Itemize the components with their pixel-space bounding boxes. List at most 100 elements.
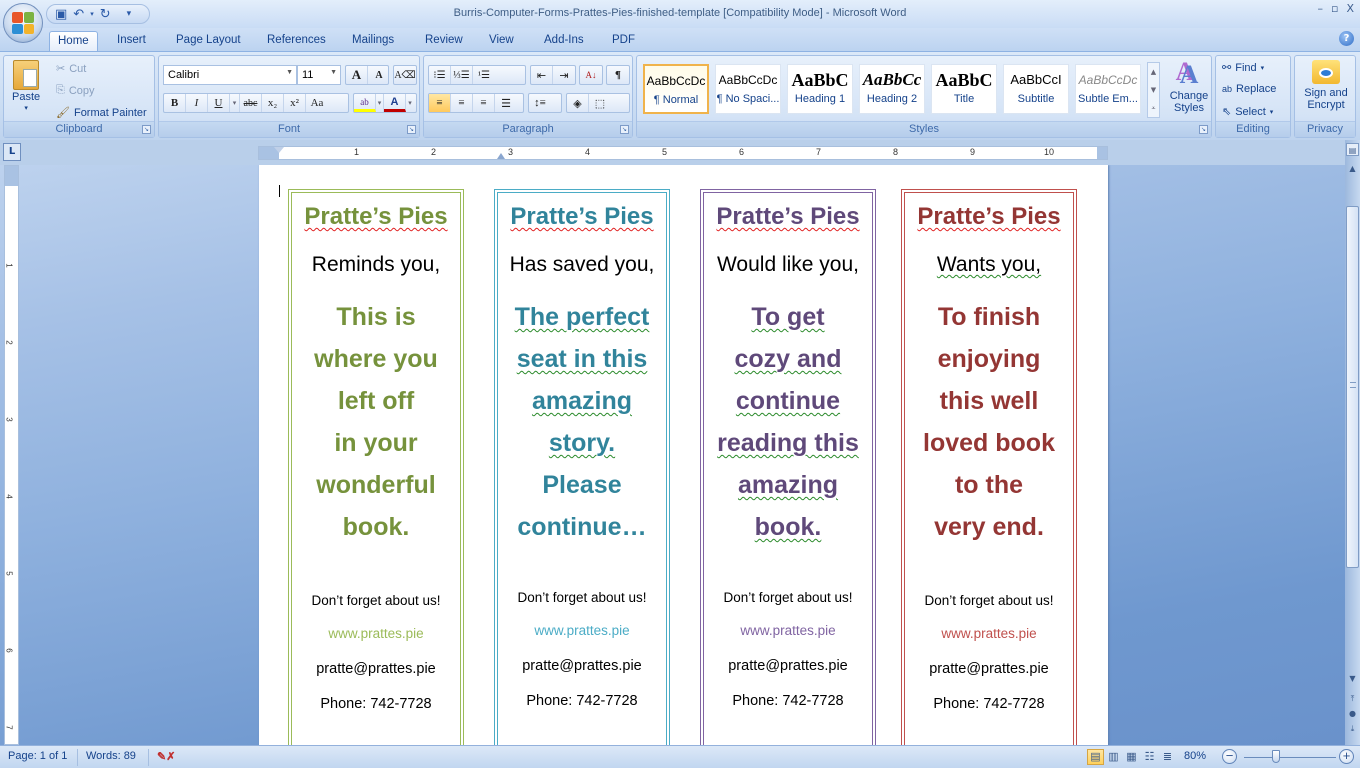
line-spacing-icon[interactable]: ↕≡ bbox=[529, 94, 551, 112]
style-no-spacing[interactable]: AaBbCcDc ¶ No Spaci... bbox=[715, 64, 781, 114]
outline-view-icon[interactable]: ☷ bbox=[1141, 749, 1158, 765]
gallery-more-icon[interactable]: ⩡ bbox=[1148, 99, 1159, 117]
numbering-icon[interactable]: ⅓☰ bbox=[451, 66, 473, 84]
underline-dropdown-icon[interactable]: ▾ bbox=[230, 94, 240, 112]
style-normal[interactable]: AaBbCcDc ¶ Normal bbox=[643, 64, 709, 114]
select-button[interactable]: ⇖ Select ▾ bbox=[1222, 105, 1273, 119]
restore-button[interactable]: ▫ bbox=[1331, 2, 1338, 15]
tab-references[interactable]: References bbox=[259, 31, 334, 51]
help-icon[interactable]: ? bbox=[1339, 31, 1354, 46]
underline-button[interactable]: U bbox=[208, 94, 230, 112]
web-layout-icon[interactable]: ▦ bbox=[1123, 749, 1140, 765]
indent-marker-icon[interactable] bbox=[274, 147, 284, 160]
zoom-level[interactable]: 80% bbox=[1184, 750, 1206, 762]
tab-mailings[interactable]: Mailings bbox=[344, 31, 402, 51]
bookmark-card: Pratte’s Pies Has saved you, The perfect se… bbox=[494, 189, 670, 745]
replace-button[interactable]: ab Replace bbox=[1222, 83, 1276, 95]
change-styles-button[interactable]: A Change Styles bbox=[1167, 60, 1211, 114]
align-right-icon[interactable]: ≡ bbox=[473, 94, 495, 112]
tab-view[interactable]: View bbox=[481, 31, 522, 51]
sign-encrypt-button[interactable]: Sign and Encrypt bbox=[1299, 60, 1353, 111]
justify-icon[interactable]: ☰ bbox=[495, 94, 517, 112]
document-page[interactable]: Pratte’s Pies Reminds you, This is where yo… bbox=[259, 165, 1108, 745]
font-launcher-icon[interactable]: ↘ bbox=[407, 125, 416, 134]
grow-font-button[interactable]: A bbox=[346, 66, 368, 84]
superscript-button[interactable]: x² bbox=[284, 94, 306, 112]
style-subtle-emphasis[interactable]: AaBbCcDc Subtle Em... bbox=[1075, 64, 1141, 114]
page-count[interactable]: Page: 1 of 1 bbox=[8, 750, 67, 762]
align-center-icon[interactable]: ≡ bbox=[451, 94, 473, 112]
vertical-ruler[interactable]: 1 2 3 4 5 6 7 bbox=[4, 165, 19, 745]
word-count[interactable]: Words: 89 bbox=[86, 750, 136, 762]
sort-icon[interactable]: A↓ bbox=[580, 66, 602, 84]
tab-pdf[interactable]: PDF bbox=[604, 31, 643, 51]
style-heading-2[interactable]: AaBbCc Heading 2 bbox=[859, 64, 925, 114]
change-case-button[interactable]: Aa bbox=[306, 94, 328, 112]
find-button[interactable]: ⚯ Find ▾ bbox=[1222, 61, 1264, 75]
close-button[interactable]: X bbox=[1346, 2, 1354, 15]
browse-object-icon[interactable]: ● bbox=[1346, 707, 1359, 720]
highlight-dropdown-icon[interactable]: ▾ bbox=[376, 94, 384, 112]
copy-button[interactable]: ⎘ Copy bbox=[56, 84, 95, 97]
privacy-group-label: Privacy bbox=[1295, 121, 1355, 137]
style-subtitle[interactable]: AaBbCcI Subtitle bbox=[1003, 64, 1069, 114]
strikethrough-button[interactable]: abc bbox=[240, 94, 262, 112]
zoom-in-icon[interactable]: + bbox=[1339, 749, 1354, 764]
italic-button[interactable]: I bbox=[186, 94, 208, 112]
tab-marker-icon[interactable] bbox=[497, 153, 505, 159]
ruler-toggle-icon[interactable]: ▤ bbox=[1346, 143, 1359, 156]
cut-button[interactable]: ✂ Cut bbox=[56, 62, 86, 76]
tab-insert[interactable]: Insert bbox=[109, 31, 154, 51]
office-button[interactable] bbox=[3, 3, 43, 43]
gallery-down-icon[interactable]: ▼ bbox=[1148, 81, 1159, 99]
bookmark-message-line: this well bbox=[905, 380, 1073, 422]
scroll-down-icon[interactable]: ▼ bbox=[1346, 672, 1359, 685]
zoom-slider-thumb[interactable] bbox=[1272, 750, 1280, 763]
tab-stop-selector[interactable]: L bbox=[3, 143, 21, 161]
draft-view-icon[interactable]: ≣ bbox=[1159, 749, 1176, 765]
tab-review[interactable]: Review bbox=[417, 31, 471, 51]
format-painter-button[interactable]: 🖌 Format Painter bbox=[56, 106, 147, 120]
style-heading-1[interactable]: AaBbC Heading 1 bbox=[787, 64, 853, 114]
font-size-combo[interactable]: 11 ▼ bbox=[297, 65, 341, 85]
clear-formatting-icon[interactable]: A⌫ bbox=[394, 66, 416, 84]
scroll-thumb[interactable] bbox=[1346, 206, 1359, 568]
bookmark-message-line: The perfect bbox=[498, 296, 666, 338]
subscript-button[interactable]: x₂ bbox=[262, 94, 284, 112]
previous-page-icon[interactable]: ⤒ bbox=[1346, 692, 1359, 705]
proofing-error-icon[interactable]: ✎✗ bbox=[157, 750, 175, 763]
tab-page-layout[interactable]: Page Layout bbox=[168, 31, 249, 51]
zoom-out-icon[interactable]: − bbox=[1222, 749, 1237, 764]
borders-icon[interactable]: ⬚ bbox=[589, 94, 611, 112]
minimize-button[interactable]: – bbox=[1317, 2, 1323, 15]
align-left-icon[interactable]: ≡ bbox=[429, 94, 451, 112]
shading-icon[interactable]: ◈ bbox=[567, 94, 589, 112]
next-page-icon[interactable]: ⤓ bbox=[1346, 722, 1359, 735]
show-formatting-icon[interactable]: ¶ bbox=[607, 66, 629, 84]
multilevel-list-icon[interactable]: ¹☰ bbox=[473, 66, 495, 84]
paste-button[interactable]: Paste ▾ bbox=[12, 60, 40, 112]
full-screen-reading-icon[interactable]: ▥ bbox=[1105, 749, 1122, 765]
font-color-dropdown-icon[interactable]: ▾ bbox=[406, 94, 414, 112]
office-logo-icon bbox=[12, 12, 34, 34]
decrease-indent-icon[interactable]: ⇤ bbox=[531, 66, 553, 84]
zoom-slider-track[interactable] bbox=[1244, 757, 1336, 758]
vertical-scrollbar[interactable]: ▤ ▲ ▼ ⤒ ● ⤓ bbox=[1345, 140, 1360, 745]
gallery-up-icon[interactable]: ▲ bbox=[1148, 63, 1159, 81]
bullets-icon[interactable]: ⁝☰ bbox=[429, 66, 451, 84]
styles-launcher-icon[interactable]: ↘ bbox=[1199, 125, 1208, 134]
tab-add-ins[interactable]: Add-Ins bbox=[536, 31, 592, 51]
print-layout-view-icon[interactable]: ▤ bbox=[1087, 749, 1104, 765]
increase-indent-icon[interactable]: ⇥ bbox=[553, 66, 575, 84]
scroll-up-icon[interactable]: ▲ bbox=[1346, 162, 1359, 175]
paragraph-launcher-icon[interactable]: ↘ bbox=[620, 125, 629, 134]
shrink-font-button[interactable]: A bbox=[368, 66, 390, 84]
horizontal-ruler[interactable]: 1 2 3 4 5 6 7 8 9 10 bbox=[258, 146, 1108, 160]
tab-home[interactable]: Home bbox=[49, 31, 98, 51]
font-name-combo[interactable]: Calibri ▼ bbox=[163, 65, 297, 85]
clipboard-launcher-icon[interactable]: ↘ bbox=[142, 125, 151, 134]
bold-button[interactable]: B bbox=[164, 94, 186, 112]
style-title[interactable]: AaBbC Title bbox=[931, 64, 997, 114]
highlight-icon[interactable]: ab bbox=[354, 94, 376, 112]
font-color-icon[interactable]: A bbox=[384, 94, 406, 112]
